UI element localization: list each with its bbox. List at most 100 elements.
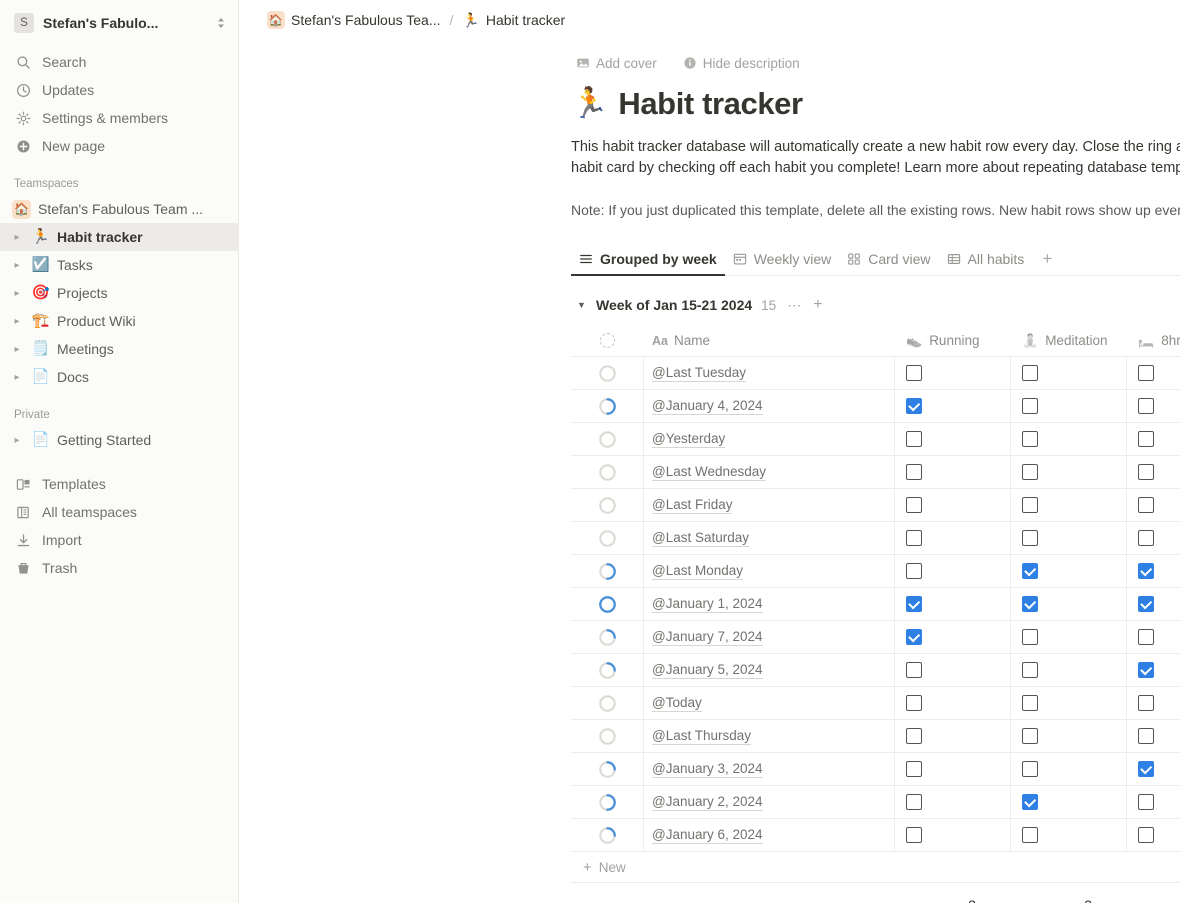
cell-name[interactable]: @Last Tuesday — [643, 357, 895, 389]
chevron-right-icon[interactable]: ▸ — [10, 372, 24, 383]
habit-checkbox[interactable] — [1138, 662, 1154, 678]
cell-sleep[interactable] — [1127, 720, 1180, 752]
cell-running[interactable] — [895, 423, 1011, 455]
cell-name[interactable]: @Yesterday — [643, 423, 895, 455]
cell-meditation[interactable] — [1011, 687, 1127, 719]
habit-checkbox[interactable] — [1022, 365, 1038, 381]
cell-sleep[interactable] — [1127, 753, 1180, 785]
tab-weekly-view[interactable]: Weekly view — [725, 246, 840, 275]
table-row[interactable]: @January 6, 2024 — [571, 819, 1180, 852]
cell-running[interactable] — [895, 753, 1011, 785]
habit-checkbox[interactable] — [906, 365, 922, 381]
breadcrumb-workspace[interactable]: 🏠 Stefan's Fabulous Tea... — [261, 9, 447, 31]
habit-checkbox[interactable] — [906, 596, 922, 612]
column-header-meditation[interactable]: 🧘 Meditation — [1011, 325, 1127, 356]
chevron-right-icon[interactable]: ▸ — [10, 435, 24, 446]
tab-grouped-by-week[interactable]: Grouped by week — [571, 246, 725, 276]
table-row[interactable]: @January 4, 2024 — [571, 390, 1180, 423]
cell-meditation[interactable] — [1011, 819, 1127, 851]
habit-checkbox[interactable] — [1138, 431, 1154, 447]
cell-sleep[interactable] — [1127, 654, 1180, 686]
habit-checkbox[interactable] — [1138, 530, 1154, 546]
chevron-right-icon[interactable]: ▸ — [10, 232, 24, 243]
habit-checkbox[interactable] — [1138, 728, 1154, 744]
habit-checkbox[interactable] — [1022, 629, 1038, 645]
cell-sleep[interactable] — [1127, 555, 1180, 587]
new-row-button[interactable]: + New — [571, 852, 1180, 883]
habit-checkbox[interactable] — [1138, 398, 1154, 414]
sidebar-item-all-teamspaces[interactable]: All teamspaces — [10, 498, 230, 526]
chevron-right-icon[interactable]: ▸ — [10, 288, 24, 299]
table-row[interactable]: @Today — [571, 687, 1180, 720]
tab-all-habits[interactable]: All habits — [939, 246, 1033, 275]
habit-checkbox[interactable] — [1138, 497, 1154, 513]
column-header-name[interactable]: Aa Name — [643, 325, 895, 356]
sidebar-item-new-page[interactable]: New page — [10, 132, 230, 160]
cell-meditation[interactable] — [1011, 753, 1127, 785]
cell-running[interactable] — [895, 621, 1011, 653]
sidebar-item-search[interactable]: Search — [10, 48, 230, 76]
table-row[interactable]: @Last Wednesday — [571, 456, 1180, 489]
tab-card-view[interactable]: Card view — [839, 246, 938, 275]
cell-name[interactable]: @Last Friday — [643, 489, 895, 521]
cell-meditation[interactable] — [1011, 522, 1127, 554]
habit-checkbox[interactable] — [906, 827, 922, 843]
cell-meditation[interactable] — [1011, 555, 1127, 587]
cell-name[interactable]: @Last Monday — [643, 555, 895, 587]
cell-name[interactable]: @January 4, 2024 — [643, 390, 895, 422]
cell-name[interactable]: @January 1, 2024 — [643, 588, 895, 620]
cell-name[interactable]: @January 3, 2024 — [643, 753, 895, 785]
sidebar-item-settings[interactable]: Settings & members — [10, 104, 230, 132]
sidebar-item-meetings[interactable]: ▸ 🗒️ Meetings — [0, 335, 238, 363]
habit-checkbox[interactable] — [1138, 464, 1154, 480]
workspace-switcher[interactable]: S Stefan's Fabulo... — [10, 8, 230, 38]
sidebar-item-docs[interactable]: ▸ 📄 Docs — [0, 363, 238, 391]
habit-checkbox[interactable] — [1138, 629, 1154, 645]
cell-running[interactable] — [895, 687, 1011, 719]
cell-meditation[interactable] — [1011, 588, 1127, 620]
habit-checkbox[interactable] — [1022, 728, 1038, 744]
chevron-right-icon[interactable]: ▸ — [10, 344, 24, 355]
habit-checkbox[interactable] — [1138, 761, 1154, 777]
habit-checkbox[interactable] — [906, 794, 922, 810]
cell-running[interactable] — [895, 522, 1011, 554]
table-row[interactable]: @Yesterday — [571, 423, 1180, 456]
cell-sleep[interactable] — [1127, 390, 1180, 422]
table-row[interactable]: @Last Tuesday — [571, 357, 1180, 390]
column-header-sleep[interactable]: 🛏️ 8hrs of sleep — [1127, 325, 1180, 356]
cell-running[interactable] — [895, 588, 1011, 620]
footer-meditation[interactable]: CHECKED 3 — [1011, 897, 1127, 903]
habit-checkbox[interactable] — [1138, 365, 1154, 381]
cell-sleep[interactable] — [1127, 621, 1180, 653]
breadcrumb-page[interactable]: 🏃 Habit tracker — [456, 10, 571, 30]
habit-checkbox[interactable] — [1138, 563, 1154, 579]
habit-checkbox[interactable] — [1138, 695, 1154, 711]
sidebar-item-habit-tracker[interactable]: ▸ 🏃 Habit tracker — [0, 223, 238, 251]
cell-meditation[interactable] — [1011, 357, 1127, 389]
sidebar-item-tasks[interactable]: ▸ ☑️ Tasks — [0, 251, 238, 279]
cell-meditation[interactable] — [1011, 786, 1127, 818]
cell-running[interactable] — [895, 654, 1011, 686]
habit-checkbox[interactable] — [906, 695, 922, 711]
cell-sleep[interactable] — [1127, 687, 1180, 719]
cell-name[interactable]: @January 2, 2024 — [643, 786, 895, 818]
table-row[interactable]: @January 2, 2024 — [571, 786, 1180, 819]
cell-running[interactable] — [895, 357, 1011, 389]
cell-running[interactable] — [895, 456, 1011, 488]
habit-checkbox[interactable] — [1022, 794, 1038, 810]
cell-meditation[interactable] — [1011, 456, 1127, 488]
cell-name[interactable]: @January 5, 2024 — [643, 654, 895, 686]
cell-meditation[interactable] — [1011, 621, 1127, 653]
chevron-right-icon[interactable]: ▸ — [10, 260, 24, 271]
footer-sleep[interactable]: CHECKED 4 — [1127, 897, 1180, 903]
table-row[interactable]: @January 5, 2024 — [571, 654, 1180, 687]
chevron-down-icon[interactable]: ▼ — [577, 300, 587, 310]
table-row[interactable]: @Last Friday — [571, 489, 1180, 522]
habit-checkbox[interactable] — [1022, 464, 1038, 480]
add-cover-button[interactable]: Add cover — [571, 53, 662, 74]
footer-running[interactable]: CHECKED 3 — [895, 897, 1011, 903]
cell-running[interactable] — [895, 555, 1011, 587]
column-header-progress[interactable] — [571, 325, 643, 356]
sidebar-teamspace-root[interactable]: 🏠 Stefan's Fabulous Team ... — [0, 195, 238, 223]
table-row[interactable]: @January 1, 2024 — [571, 588, 1180, 621]
